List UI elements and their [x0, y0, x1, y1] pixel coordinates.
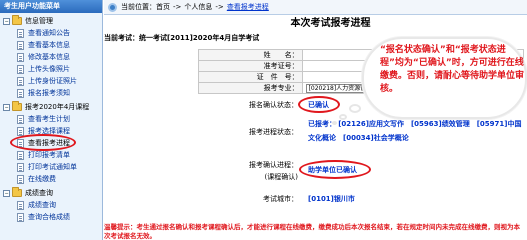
document-icon	[17, 114, 24, 124]
document-icon	[17, 40, 24, 50]
name-label: 姓 名：	[198, 49, 303, 61]
document-icon	[17, 52, 24, 62]
callout-bubble	[339, 114, 347, 120]
collapse-icon[interactable]: −	[3, 189, 10, 197]
sidebar-item-guide[interactable]: 报名报考须知	[0, 87, 102, 99]
document-icon	[17, 174, 24, 184]
confirm-status-label: 报名确认状态：	[249, 101, 298, 109]
folder-icon	[12, 187, 22, 197]
sidebar-item-passed-scores[interactable]: 查询合格成绩	[0, 211, 102, 223]
sidebar-item-label[interactable]: 打印报考清单	[28, 150, 70, 160]
breadcrumb-personal-info[interactable]: 个人信息	[184, 2, 212, 12]
breadcrumb-separator: ->	[173, 3, 182, 11]
sidebar-item-label[interactable]: 报名报考须知	[28, 88, 70, 98]
sidebar-group-label: 报考2020年4月课程	[25, 103, 90, 111]
sidebar-item-progress[interactable]: 查看报考进程	[0, 134, 102, 151]
document-icon	[17, 88, 24, 98]
location-icon	[108, 2, 117, 12]
review-status-sublabel: (课程确认)	[264, 173, 298, 181]
sidebar-item-label[interactable]: 上传头像照片	[28, 64, 70, 74]
city-value: [0101]银川市	[308, 195, 355, 203]
document-icon	[17, 126, 24, 136]
breadcrumb-home[interactable]: 当前位置：首页	[121, 2, 170, 12]
document-icon	[17, 212, 24, 222]
breadcrumb-current[interactable]: 查看报考进程	[227, 2, 269, 12]
folder-icon	[12, 101, 22, 111]
collapse-icon[interactable]: −	[3, 103, 10, 111]
progress-courses: [02126]应用文写作 [05963]绩效管理 [05971]中国文化概论 […	[308, 120, 522, 142]
sidebar: 考生用户功能菜单 − 信息管理 查看通知公告 查看基本信息 修改基本信息 上传头…	[0, 0, 103, 240]
callout-bubble	[349, 104, 361, 113]
sidebar-item-score-query[interactable]: 成绩查询	[0, 199, 102, 211]
sidebar-item-upload-id[interactable]: 上传身份证照片	[0, 75, 102, 87]
sidebar-item-notices[interactable]: 查看通知公告	[0, 27, 102, 39]
document-icon	[17, 162, 24, 172]
folder-icon	[12, 15, 22, 25]
sidebar-item-print-notice[interactable]: 打印考试通知单	[0, 161, 102, 173]
sidebar-header: 考生用户功能菜单	[0, 0, 102, 13]
callout-text: “报名状态确认”和“报考状态进程”均为“已确认”时，方可进行在线缴费。否则，请耐…	[380, 45, 525, 94]
warning-note: 温馨提示：考生通过报名确认和报考课程确认后，才能进行课程在线缴费，缴费成功后本次…	[104, 223, 520, 240]
breadcrumb-separator: ->	[215, 3, 224, 11]
sidebar-item-print-list[interactable]: 打印报考清单	[0, 149, 102, 161]
major-label: 报考专业：	[198, 82, 303, 94]
sidebar-item-label[interactable]: 查看通知公告	[28, 28, 70, 38]
exam-id-label: 准考证号：	[198, 60, 303, 72]
sidebar-item-plan[interactable]: 查看考生计划	[0, 113, 102, 125]
id-number-label: 证 件 号：	[198, 71, 303, 83]
sidebar-item-label[interactable]: 在线缴费	[28, 174, 56, 184]
page-title: 本次考试报考进程	[290, 18, 371, 29]
progress-status-row: 报考进程状态： 已报考： [02126]应用文写作 [05963]绩效管理 [0…	[198, 114, 524, 150]
sidebar-item-label[interactable]: 查看基本信息	[28, 40, 70, 50]
sidebar-item-payment[interactable]: 在线缴费	[0, 173, 102, 185]
sidebar-item-label[interactable]: 上传身份证照片	[28, 76, 77, 86]
sidebar-group-registration[interactable]: − 报考2020年4月课程	[0, 101, 102, 113]
progress-status-value: 已报考： [02126]应用文写作 [05963]绩效管理 [05971]中国文…	[308, 117, 522, 145]
document-icon	[17, 150, 24, 160]
sidebar-group-label: 成绩查询	[25, 189, 53, 197]
city-label: 考试城市：	[263, 195, 298, 203]
city-row: 考试城市： [0101]银川市	[198, 189, 524, 203]
review-status-row: 报考确认进程： (课程确认) 助学单位已确认	[198, 159, 524, 185]
document-icon	[17, 76, 24, 86]
sidebar-item-label[interactable]: 查看考生计划	[28, 114, 70, 124]
callout-bubble	[332, 121, 337, 125]
highlight-ellipse	[298, 96, 340, 113]
sidebar-item-label[interactable]: 修改基本信息	[28, 52, 70, 62]
sidebar-item-label[interactable]: 打印考试通知单	[28, 162, 77, 172]
sidebar-item-upload-photo[interactable]: 上传头像照片	[0, 63, 102, 75]
progress-status-label: 报考进程状态：	[249, 128, 298, 136]
sidebar-item-basic-info[interactable]: 查看基本信息	[0, 39, 102, 51]
review-status-label: 报考确认进程：	[249, 161, 298, 169]
sidebar-item-edit-info[interactable]: 修改基本信息	[0, 51, 102, 63]
document-icon	[17, 64, 24, 74]
collapse-icon[interactable]: −	[3, 17, 10, 25]
sidebar-group-info[interactable]: − 信息管理	[0, 15, 102, 27]
document-icon	[17, 28, 24, 38]
sidebar-item-label[interactable]: 成绩查询	[28, 200, 56, 210]
sidebar-item-label[interactable]: 查询合格成绩	[28, 212, 70, 222]
highlight-ellipse	[299, 160, 371, 179]
document-icon	[17, 200, 24, 210]
sidebar-group-label: 信息管理	[25, 17, 53, 25]
sidebar-group-scores[interactable]: − 成绩查询	[0, 187, 102, 199]
breadcrumb: 当前位置：首页 -> 个人信息 -> 查看报考进程	[104, 0, 527, 15]
